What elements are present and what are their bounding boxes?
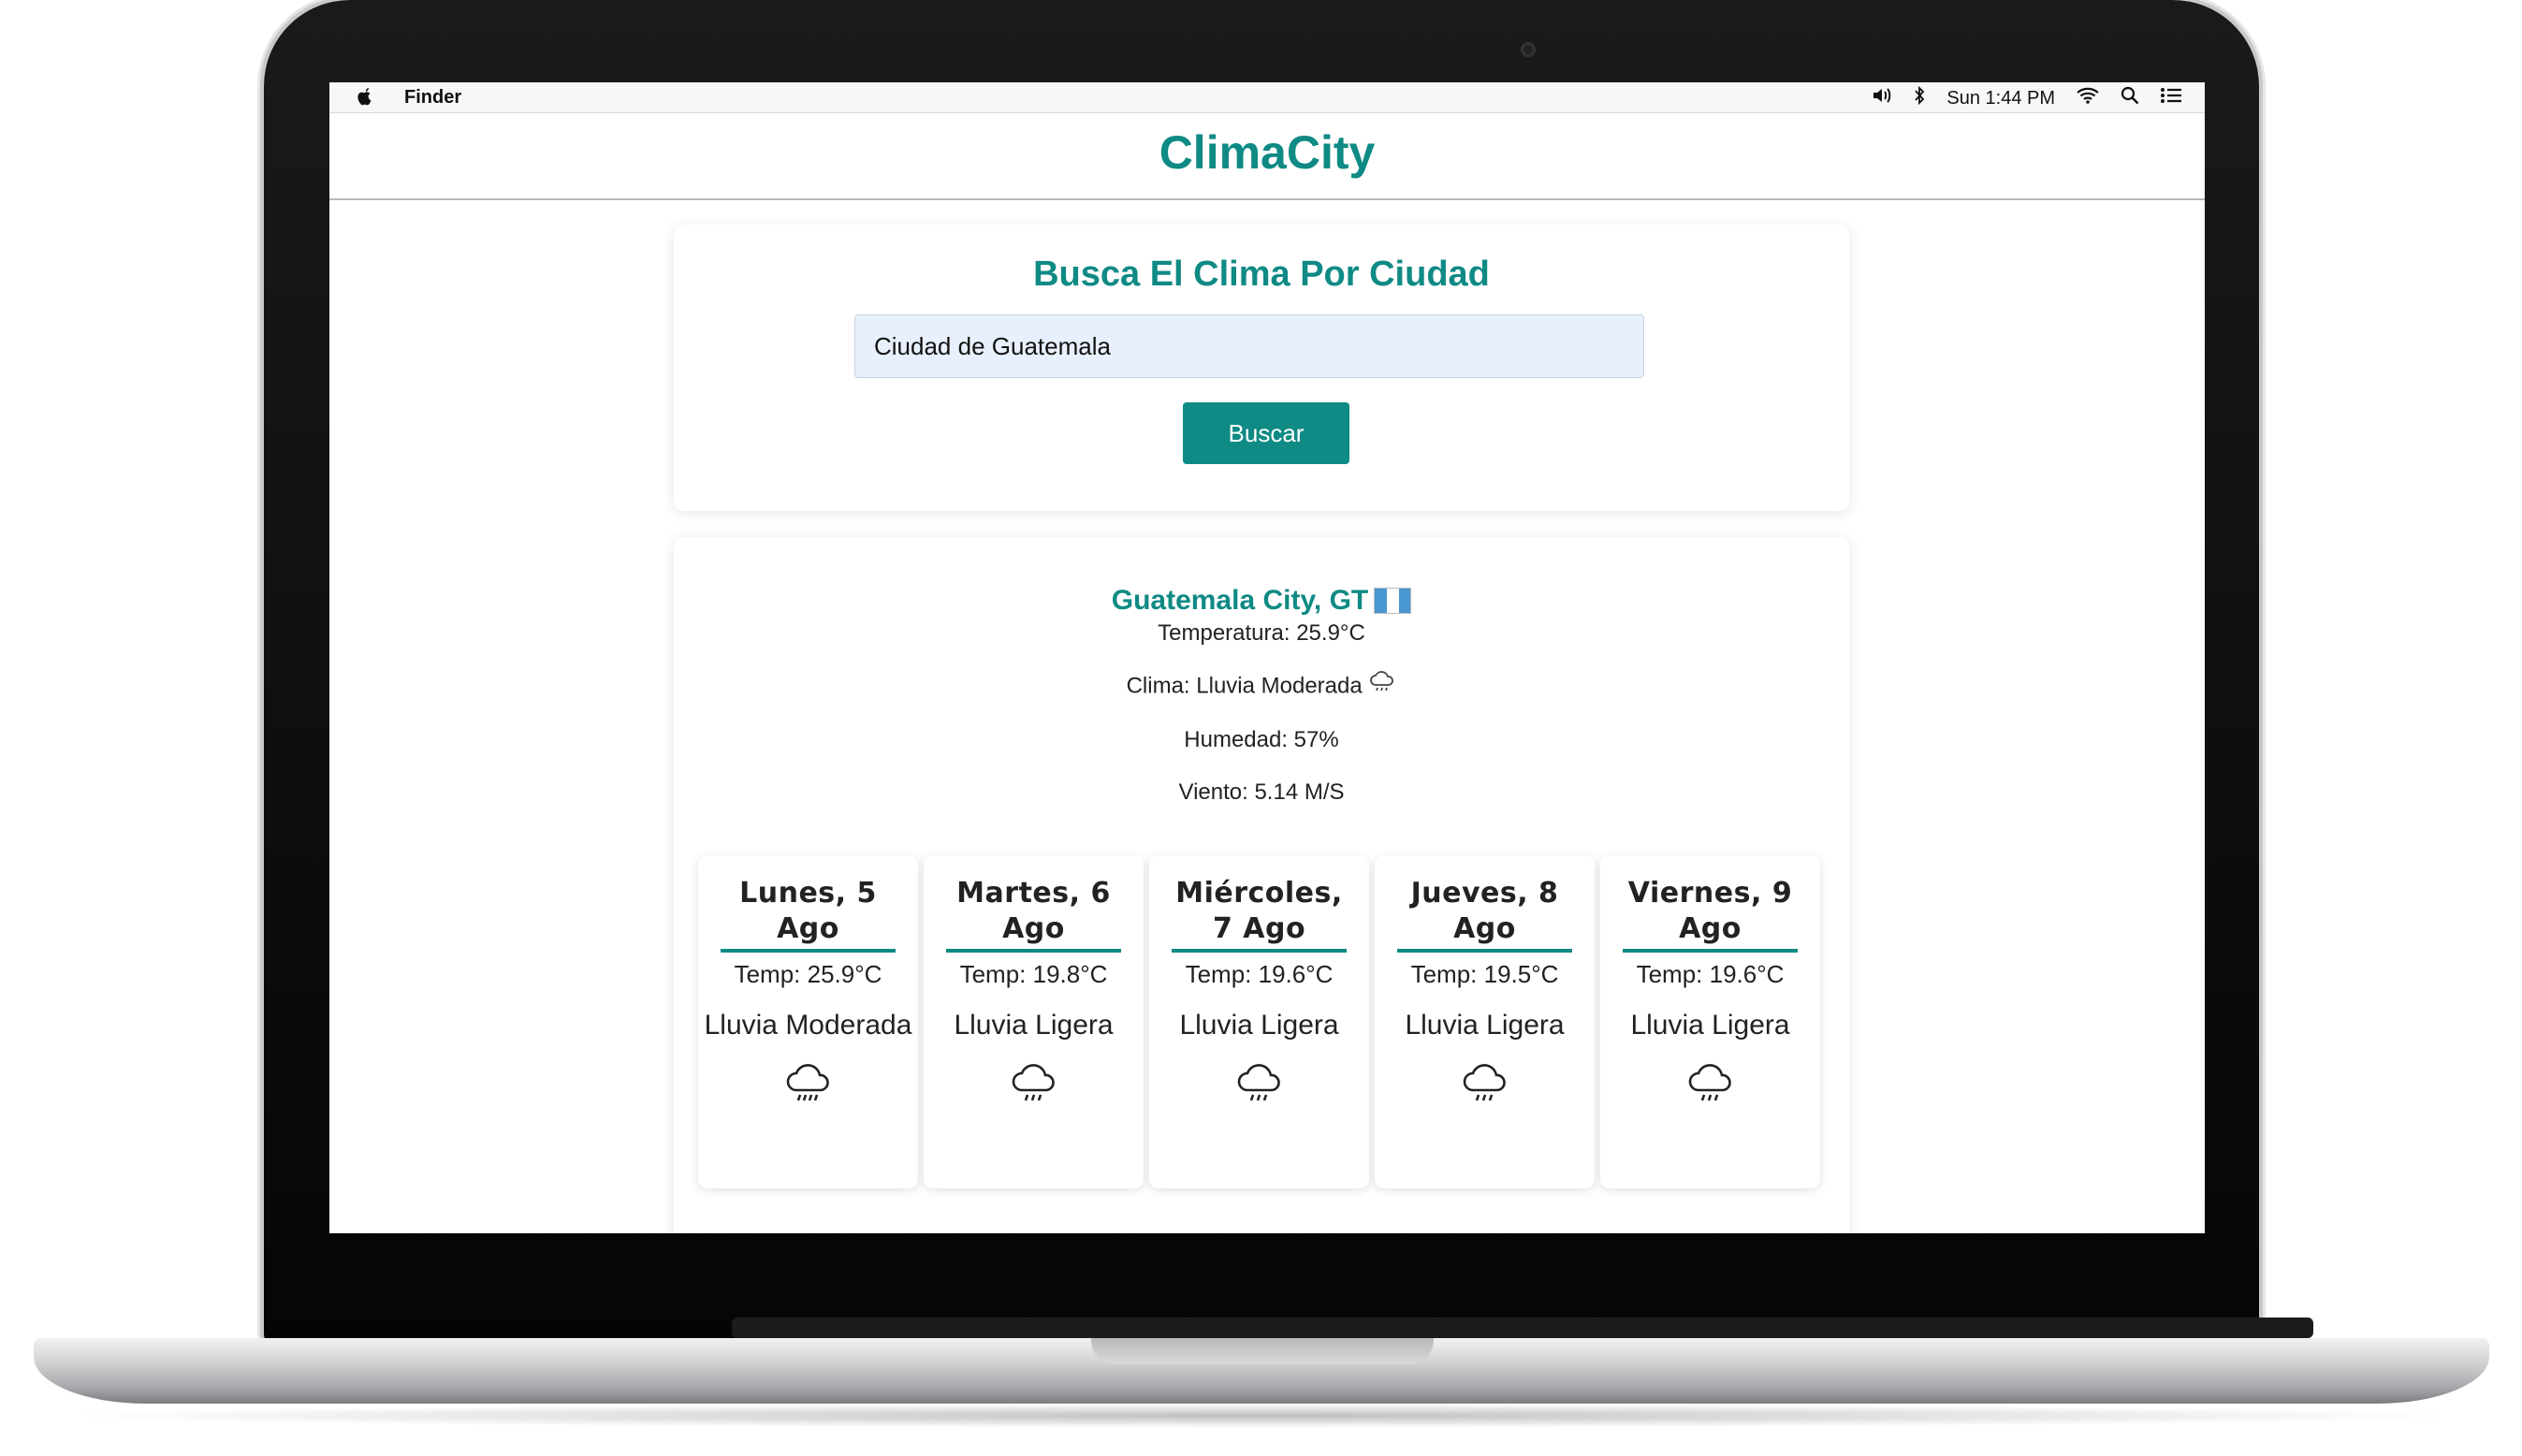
forecast-list: Lunes, 5 Ago Temp: 25.9°C Lluvia Moderad…	[698, 855, 1820, 1188]
search-card: Busca El Clima Por Ciudad Buscar	[674, 225, 1849, 511]
webcam	[1521, 42, 1536, 57]
weather-card: Guatemala City, GT Temperatura: 25.9°C C…	[674, 537, 1849, 1233]
forecast-description: Lluvia Ligera	[1630, 1010, 1790, 1041]
app-header: ClimaCity	[329, 112, 2205, 200]
forecast-temp: Temp: 25.9°C	[734, 960, 882, 988]
laptop-screen: Finder Sun 1:44 PM ClimaCity Busca El Cl…	[329, 82, 2205, 1233]
volume-icon[interactable]	[1872, 86, 1892, 110]
forecast-temp: Temp: 19.6°C	[1185, 960, 1334, 988]
laptop-shadow	[56, 1404, 2467, 1428]
forecast-temp: Temp: 19.5°C	[1410, 960, 1559, 988]
current-humidity: Humedad: 57%	[1184, 727, 1339, 752]
current-city-line: Guatemala City, GT	[1112, 584, 1412, 618]
bluetooth-icon[interactable]	[1913, 85, 1926, 110]
notification-center-icon[interactable]	[2160, 86, 2182, 110]
forecast-date: Jueves, 8 Ago	[1397, 876, 1572, 953]
forecast-description: Lluvia Ligera	[1179, 1010, 1339, 1041]
app-title: ClimaCity	[1159, 126, 1376, 179]
rain-cloud-icon	[924, 1060, 1144, 1112]
rain-cloud-icon	[1600, 1060, 1820, 1112]
search-button[interactable]: Buscar	[1183, 402, 1349, 464]
current-temperature: Temperatura: 25.9°C	[1158, 620, 1365, 646]
apple-menu-icon[interactable]	[356, 86, 374, 112]
rain-cloud-icon	[698, 1060, 918, 1112]
forecast-date: Lunes, 5 Ago	[721, 876, 896, 953]
current-condition: Clima: Lluvia Moderada	[1126, 673, 1363, 699]
forecast-day-card: Jueves, 8 Ago Temp: 19.5°C Lluvia Ligera	[1375, 855, 1595, 1188]
current-weather: Guatemala City, GT Temperatura: 25.9°C C…	[674, 584, 1849, 808]
forecast-date: Martes, 6 Ago	[946, 876, 1121, 953]
forecast-temp: Temp: 19.8°C	[959, 960, 1108, 988]
forecast-description: Lluvia Ligera	[1405, 1010, 1565, 1041]
forecast-day-card: Lunes, 5 Ago Temp: 25.9°C Lluvia Moderad…	[698, 855, 918, 1188]
menubar-app-name[interactable]: Finder	[404, 87, 461, 109]
forecast-description: Lluvia Ligera	[954, 1010, 1114, 1041]
current-condition-line: Clima: Lluvia Moderada	[674, 670, 1849, 704]
rain-cloud-icon	[1149, 1060, 1369, 1112]
forecast-day-card: Martes, 6 Ago Temp: 19.8°C Lluvia Ligera	[924, 855, 1144, 1188]
city-search-input[interactable]	[854, 314, 1644, 378]
forecast-day-card: Miércoles, 7 Ago Temp: 19.6°C Lluvia Lig…	[1149, 855, 1369, 1188]
laptop-hinge	[732, 1318, 2313, 1338]
laptop-notch	[1091, 1338, 1434, 1364]
search-heading: Busca El Clima Por Ciudad	[1033, 255, 1490, 294]
rain-cloud-icon	[1368, 671, 1396, 700]
guatemala-flag-icon	[1374, 588, 1412, 614]
os-menubar: Finder Sun 1:44 PM	[329, 82, 2205, 113]
forecast-date: Viernes, 9 Ago	[1623, 876, 1798, 953]
forecast-date: Miércoles, 7 Ago	[1172, 876, 1347, 953]
forecast-temp: Temp: 19.6°C	[1636, 960, 1785, 988]
forecast-description: Lluvia Moderada	[704, 1010, 912, 1041]
current-city: Guatemala City, GT	[1111, 585, 1369, 616]
menubar-clock[interactable]: Sun 1:44 PM	[1946, 88, 2055, 109]
forecast-day-card: Viernes, 9 Ago Temp: 19.6°C Lluvia Liger…	[1600, 855, 1820, 1188]
menubar-status-area: Sun 1:44 PM	[1872, 85, 2182, 110]
spotlight-search-icon[interactable]	[2121, 86, 2139, 110]
current-wind: Viento: 5.14 M/S	[1178, 779, 1345, 805]
rain-cloud-icon	[1375, 1060, 1595, 1112]
wifi-icon[interactable]	[2076, 86, 2100, 110]
